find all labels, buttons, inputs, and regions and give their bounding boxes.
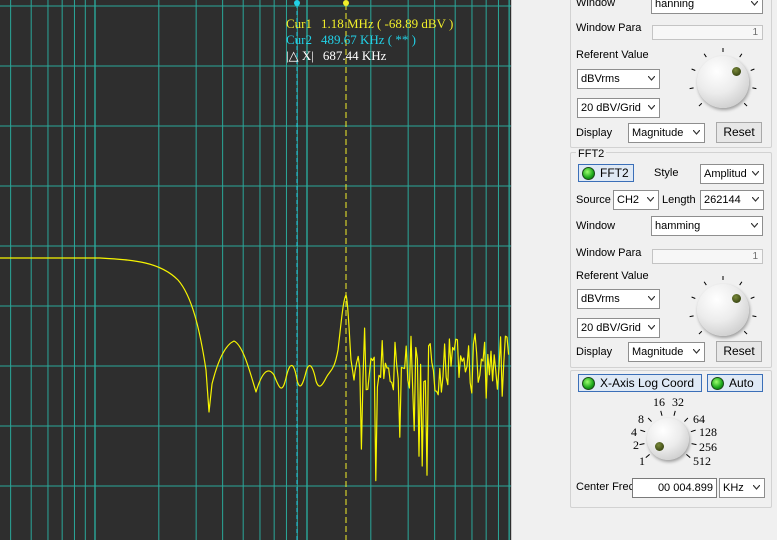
fft2-style-value: Amplitud	[704, 168, 747, 180]
fft2-display-select[interactable]: Magnitude	[628, 342, 705, 362]
fft2-group-title: FFT2	[576, 148, 607, 160]
fft2-style-select[interactable]: Amplitud	[700, 164, 764, 184]
chevron-down-icon	[693, 130, 700, 135]
spectrum-canvas	[0, 0, 511, 540]
chevron-down-icon	[648, 105, 655, 110]
scale-label-128: 128	[699, 425, 717, 439]
chevron-down-icon	[648, 296, 655, 301]
center-freq-unit-value: KHz	[723, 482, 744, 494]
xaxis-auto-label: Auto	[729, 376, 754, 390]
fft1-display-select[interactable]: Magnitude	[628, 123, 705, 143]
knob-indicator-icon	[732, 294, 741, 303]
fft2-window-value: hamming	[655, 220, 701, 232]
fft2-toggle-label: FFT2	[600, 166, 629, 180]
fft2-display-label: Display	[576, 346, 613, 358]
fft2-grid-value: 20 dBV/Grid	[581, 322, 641, 334]
led-on-icon	[582, 377, 595, 390]
chevron-down-icon	[648, 325, 655, 330]
spectrum-plot[interactable]: Cur1 1.18 MHz ( -68.89 dBV ) Cur2 489.67 K…	[0, 0, 511, 540]
scale-label-32: 32	[672, 395, 684, 409]
chevron-down-icon	[751, 223, 758, 228]
scale-label-8: 8	[638, 412, 644, 426]
led-on-icon	[711, 377, 724, 390]
fft1-window-para-field[interactable]: 1	[652, 25, 763, 40]
scale-label-2: 2	[633, 438, 639, 452]
cursor1-label: Cur1	[286, 16, 312, 31]
led-on-icon	[582, 167, 595, 180]
fft2-grid-select[interactable]: 20 dBV/Grid	[577, 318, 660, 338]
cursor2-label: Cur2	[286, 32, 312, 47]
cursor1-value: 1.18 MHz ( -68.89 dBV )	[321, 16, 454, 31]
fft1-display-value: Magnitude	[632, 127, 684, 139]
fft2-window-para-label: Window Para	[576, 247, 642, 259]
delta-x-label: |△ X|	[286, 48, 314, 63]
delta-x-readout: |△ X| 687.44 KHz	[286, 48, 395, 64]
fft2-source-value: CH2	[617, 194, 640, 206]
scale-label-512: 512	[693, 454, 711, 468]
fft2-ref-unit-select[interactable]: dBVrms	[577, 289, 660, 309]
fft2-source-label: Source	[576, 194, 611, 206]
fft1-grid-value: 20 dBV/Grid	[581, 102, 641, 114]
fft1-level-knob[interactable]	[697, 56, 749, 108]
fft-analyzer-window: Cur1 1.18 MHz ( -68.89 dBV ) Cur2 489.67 K…	[0, 0, 777, 540]
fft2-level-knob[interactable]	[697, 284, 749, 336]
cursor2-value: 489.67 KHz ( ** )	[321, 32, 416, 47]
delta-x-value: 687.44 KHz	[322, 48, 387, 63]
scale-label-256: 256	[699, 440, 717, 454]
fft1-reset-button[interactable]: Reset	[716, 122, 762, 143]
chevron-down-icon	[752, 171, 759, 176]
fft2-enable-toggle[interactable]: FFT2	[578, 164, 634, 182]
center-freq-unit-select[interactable]: KHz	[719, 478, 765, 498]
fft2-window-label: Window	[576, 220, 616, 232]
fft2-length-label: Length	[662, 194, 696, 206]
fft2-window-para-field[interactable]: 1	[652, 249, 763, 264]
splitter-gap	[511, 0, 566, 540]
xaxis-auto-toggle[interactable]: Auto	[707, 374, 763, 392]
fft2-window-select[interactable]: hamming	[651, 216, 763, 236]
fft2-reset-button[interactable]: Reset	[716, 341, 762, 362]
chevron-down-icon	[647, 197, 654, 202]
fft1-window-label: Window	[576, 0, 616, 9]
fft2-display-value: Magnitude	[632, 346, 684, 358]
chevron-down-icon	[751, 1, 758, 6]
fft1-ref-label: Referent Value	[576, 49, 649, 61]
fft1-window-select[interactable]: hanning	[651, 0, 763, 14]
scale-label-16: 16	[653, 395, 665, 409]
fft1-ref-unit-select[interactable]: dBVrms	[577, 69, 660, 89]
xaxis-log-label: X-Axis Log Coord	[600, 376, 695, 390]
cursor2-marker	[294, 0, 300, 6]
xaxis-log-toggle[interactable]: X-Axis Log Coord	[578, 374, 702, 392]
cursor2-readout: Cur2 489.67 KHz ( ** )	[286, 32, 425, 48]
spectrum-trace	[0, 257, 510, 482]
fft2-style-label: Style	[654, 167, 679, 179]
center-freq-label: Center Frec	[576, 481, 635, 493]
chevron-down-icon	[693, 349, 700, 354]
chevron-down-icon	[648, 76, 655, 81]
cursor1-readout: Cur1 1.18 MHz ( -68.89 dBV )	[286, 16, 462, 32]
center-freq-input[interactable]: 00 004.899	[632, 478, 717, 498]
fft1-window-para-label: Window Para	[576, 22, 642, 34]
scale-label-1: 1	[639, 454, 645, 468]
fft2-ref-label: Referent Value	[576, 270, 649, 282]
knob-indicator-icon	[732, 67, 741, 76]
center-freq-value: 00 004.899	[657, 482, 713, 494]
scale-label-4: 4	[631, 425, 637, 439]
fft1-window-value: hanning	[655, 0, 695, 10]
chevron-down-icon	[753, 485, 760, 490]
cursor1-marker	[343, 0, 349, 6]
fft1-grid-select[interactable]: 20 dBV/Grid	[577, 98, 660, 118]
knob-indicator-icon	[655, 442, 664, 451]
fft2-length-value: 262144	[704, 194, 741, 206]
fft2-source-select[interactable]: CH2	[613, 190, 659, 210]
center-freq-knob[interactable]	[647, 418, 689, 460]
fft1-display-label: Display	[576, 127, 613, 139]
fft2-length-select[interactable]: 262144	[700, 190, 764, 210]
fft1-ref-unit-value: dBVrms	[581, 73, 620, 85]
chevron-down-icon	[752, 197, 759, 202]
fft2-ref-unit-value: dBVrms	[581, 293, 620, 305]
control-panel: Window hanning Window Para 1 Referent Va…	[566, 0, 777, 540]
